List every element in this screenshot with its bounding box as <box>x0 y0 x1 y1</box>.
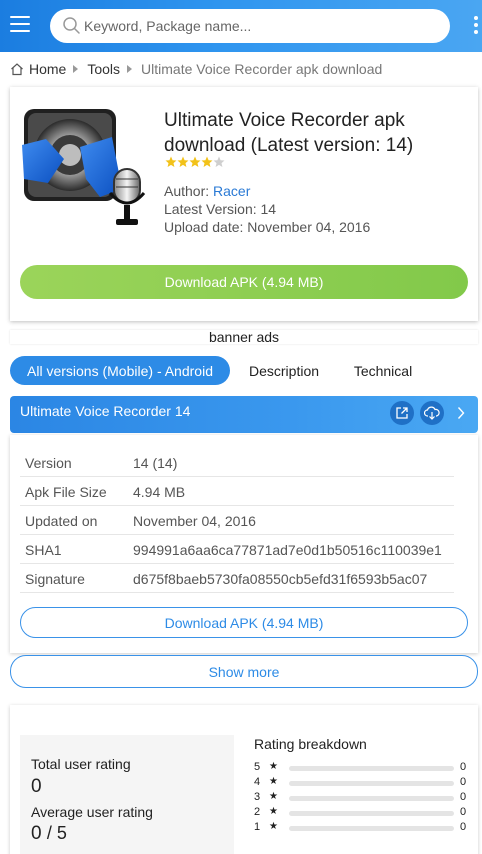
breadcrumb-current: Ultimate Voice Recorder apk download <box>141 61 383 77</box>
detail-row: Apk File Size 4.94 MB <box>20 478 454 506</box>
detail-label: Updated on <box>25 513 98 529</box>
breadcrumb-home[interactable]: Home <box>29 61 66 77</box>
external-link-icon[interactable] <box>390 401 414 425</box>
latest-version-line: Latest Version: 14 <box>164 201 277 217</box>
search-input[interactable] <box>84 9 434 43</box>
search-box[interactable] <box>50 9 450 43</box>
detail-value: November 04, 2016 <box>133 513 256 529</box>
rating-breakdown-title: Rating breakdown <box>254 736 367 752</box>
hamburger-menu-icon[interactable] <box>10 16 30 34</box>
breakdown-star-level: 4 <box>254 776 261 788</box>
star-filled-icon <box>189 156 201 167</box>
star-filled-icon <box>177 156 189 167</box>
detail-label: Apk File Size <box>25 484 107 500</box>
chevron-right-icon[interactable] <box>454 403 468 423</box>
tab-description[interactable]: Description <box>238 356 330 385</box>
breakdown-bar <box>289 796 454 801</box>
breakdown-bar <box>289 781 454 786</box>
author-link[interactable]: Racer <box>213 183 250 199</box>
total-rating-value: 0 <box>31 776 42 797</box>
app-info-card: Ultimate Voice Recorder apk download (La… <box>10 87 478 321</box>
detail-value: 14 (14) <box>133 455 178 471</box>
detail-value: 994991a6aa6ca77871ad7e0d1b50516c110039e1 <box>133 542 442 558</box>
version-download-apk-button[interactable]: Download APK (4.94 MB) <box>20 607 468 638</box>
breadcrumb-tools[interactable]: Tools <box>87 61 120 77</box>
total-rating-label: Total user rating <box>31 756 131 772</box>
detail-value: 4.94 MB <box>133 484 186 500</box>
star-filled-icon <box>201 156 213 167</box>
detail-column-gap <box>128 536 129 563</box>
search-icon[interactable] <box>62 16 82 36</box>
detail-value: d675f8baeb5730fa08550cb5efd31f6593b5ac07 <box>133 571 428 587</box>
detail-row: Version 14 (14) <box>20 449 454 477</box>
average-rating-value: 0 / 5 <box>31 823 67 845</box>
rating-card: Total user rating 0 Average user rating … <box>10 705 478 854</box>
breakdown-bar <box>289 811 454 816</box>
average-rating-number: 0 <box>31 823 42 844</box>
version-details-card: Version 14 (14) Apk File Size 4.94 MB Update… <box>10 435 478 653</box>
detail-row: Signature d675f8baeb5730fa08550cb5efd31f6… <box>20 565 454 593</box>
average-rating-max: / 5 <box>46 823 67 843</box>
star-icon: ★ <box>269 761 278 772</box>
breakdown-bar <box>289 766 454 771</box>
star-icon: ★ <box>269 821 278 832</box>
breakdown-star-level: 3 <box>254 791 261 803</box>
breakdown-count: 0 <box>460 761 467 773</box>
average-rating-label: Average user rating <box>31 804 153 820</box>
download-apk-button[interactable]: Download APK (4.94 MB) <box>20 265 468 299</box>
star-empty-icon <box>213 156 225 167</box>
detail-column-gap <box>128 507 129 534</box>
detail-label: SHA1 <box>25 542 62 558</box>
breakdown-star-level: 1 <box>254 821 261 833</box>
breakdown-count: 0 <box>460 806 467 818</box>
breakdown-count: 0 <box>460 776 467 788</box>
breadcrumb-separator-icon <box>127 65 133 73</box>
detail-column-gap <box>128 478 129 505</box>
breakdown-row: 4 ★ 0 <box>254 776 468 790</box>
breakdown-star-level: 2 <box>254 806 261 818</box>
detail-column-gap <box>128 565 129 592</box>
star-filled-icon <box>165 156 177 167</box>
cloud-download-icon[interactable] <box>420 401 444 425</box>
breakdown-star-level: 5 <box>254 761 261 773</box>
upload-date-line: Upload date: November 04, 2016 <box>164 219 371 235</box>
breadcrumb-separator-icon <box>73 65 79 73</box>
detail-row: SHA1 994991a6aa6ca77871ad7e0d1b50516c1100… <box>20 536 454 564</box>
vertical-dots-icon[interactable] <box>474 16 482 38</box>
author-label: Author: <box>164 183 214 199</box>
tab-technical[interactable]: Technical <box>344 356 422 385</box>
detail-column-gap <box>128 449 129 476</box>
breakdown-row: 3 ★ 0 <box>254 791 468 805</box>
breakdown-bar <box>289 826 454 831</box>
tab-all-versions[interactable]: All versions (Mobile) - Android <box>10 356 230 385</box>
breakdown-count: 0 <box>460 821 467 833</box>
star-icon: ★ <box>269 806 278 817</box>
rating-stars <box>165 156 225 168</box>
breakdown-row: 2 ★ 0 <box>254 806 468 820</box>
detail-label: Version <box>25 455 72 471</box>
app-title: Ultimate Voice Recorder apk download (La… <box>164 110 414 156</box>
breakdown-row: 5 ★ 0 <box>254 761 468 775</box>
detail-label: Signature <box>25 571 85 587</box>
detail-row: Updated on November 04, 2016 <box>20 507 454 535</box>
breadcrumb: Home Tools Ultimate Voice Recorder apk d… <box>10 60 382 78</box>
breakdown-count: 0 <box>460 791 467 803</box>
author-line: Author: Racer <box>164 183 250 199</box>
version-header-bar: Ultimate Voice Recorder 14 <box>10 396 478 433</box>
banner-ads: banner ads <box>10 330 478 344</box>
star-icon: ★ <box>269 791 278 802</box>
breakdown-row: 1 ★ 0 <box>254 821 468 835</box>
top-bar <box>0 0 482 52</box>
app-icon <box>22 109 146 225</box>
star-icon: ★ <box>269 776 278 787</box>
version-title: Ultimate Voice Recorder 14 <box>20 403 191 419</box>
home-icon[interactable] <box>10 62 24 76</box>
show-more-button[interactable]: Show more <box>10 655 478 688</box>
rating-summary: Total user rating 0 Average user rating … <box>20 735 234 854</box>
